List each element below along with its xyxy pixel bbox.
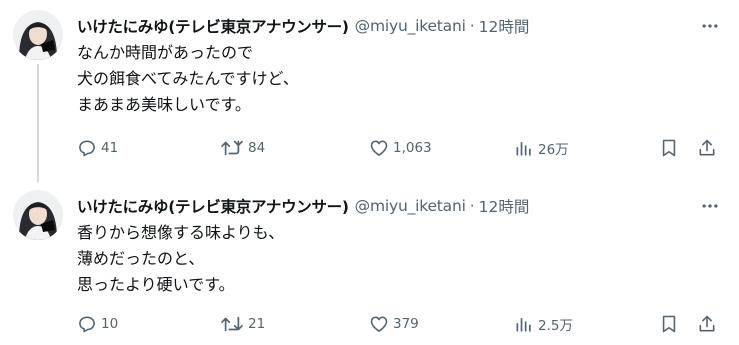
author-name[interactable]: いけたにみゆ(テレビ東京アナウンサー) [77, 195, 349, 217]
author-handle[interactable]: @miyu_iketani [355, 197, 466, 215]
action-bar: 10 21 379 2.5万 [77, 312, 727, 336]
bookmark-icon [659, 314, 679, 334]
views-icon [514, 138, 534, 158]
share-icon [697, 138, 717, 158]
more-icon[interactable] [696, 194, 724, 218]
views-button[interactable]: 2.5万 [514, 312, 573, 336]
reply-icon [77, 314, 97, 334]
tweet-text-line: 香りから想像する味よりも、 [77, 223, 285, 242]
views-button[interactable]: 26万 [514, 136, 569, 160]
share-icon [697, 314, 717, 334]
bookmark-button[interactable] [659, 312, 679, 336]
share-button[interactable] [697, 136, 717, 160]
share-button[interactable] [697, 312, 717, 336]
avatar[interactable] [13, 190, 63, 240]
more-icon[interactable] [696, 14, 724, 38]
author-handle[interactable]: @miyu_iketani [355, 17, 466, 35]
like-button[interactable]: 379 [369, 312, 419, 336]
timestamp[interactable]: 12時間 [479, 15, 530, 37]
like-count: 1,063 [393, 140, 432, 156]
repost-button[interactable]: 84 [220, 136, 265, 160]
views-count: 26万 [538, 142, 569, 158]
tweet-text-line: まあまあ美味しいです。 [77, 95, 251, 114]
thread: いけたにみゆ(テレビ東京アナウンサー) @miyu_iketani · 12時間… [0, 0, 739, 345]
thread-line [37, 64, 39, 182]
reply-count: 41 [101, 140, 119, 156]
avatar[interactable] [13, 10, 63, 60]
author-name[interactable]: いけたにみゆ(テレビ東京アナウンサー) [77, 15, 349, 37]
like-count: 379 [393, 316, 419, 332]
repost-icon [220, 314, 244, 334]
tweet-text-line: 思ったより硬いです。 [77, 275, 235, 294]
tweet-text-line: なんか時間があったので [77, 43, 254, 62]
tweet-text-line: 薄めだったのと、 [77, 249, 205, 268]
reply-icon [77, 138, 97, 158]
reply-button[interactable]: 41 [77, 136, 118, 160]
repost-count: 21 [248, 316, 266, 332]
separator-dot: · [469, 197, 475, 215]
bookmark-button[interactable] [659, 136, 679, 160]
tweet-text: 香りから想像する味よりも、 薄めだったのと、 思ったより硬いです。 [77, 220, 284, 298]
tweet-header: いけたにみゆ(テレビ東京アナウンサー) @miyu_iketani · 12時間 [77, 13, 529, 39]
separator-dot: · [469, 17, 475, 35]
repost-count: 84 [248, 140, 266, 156]
tweet-text-line: 犬の餌食べてみたんですけど、 [77, 69, 299, 88]
tweet[interactable]: いけたにみゆ(テレビ東京アナウンサー) @miyu_iketani · 12時間… [0, 180, 739, 345]
heart-icon [369, 138, 389, 158]
tweet-text: なんか時間があったので 犬の餌食べてみたんですけど、 まあまあ美味しいです。 [77, 40, 299, 118]
views-icon [514, 314, 534, 334]
views-count: 2.5万 [538, 318, 573, 334]
timestamp[interactable]: 12時間 [479, 195, 530, 217]
action-bar: 41 84 1,063 26万 [77, 136, 727, 160]
heart-icon [369, 314, 389, 334]
repost-icon [220, 138, 244, 158]
reply-count: 10 [101, 316, 119, 332]
bookmark-icon [659, 138, 679, 158]
tweet[interactable]: いけたにみゆ(テレビ東京アナウンサー) @miyu_iketani · 12時間… [0, 0, 739, 182]
reply-button[interactable]: 10 [77, 312, 118, 336]
repost-button[interactable]: 21 [220, 312, 265, 336]
tweet-header: いけたにみゆ(テレビ東京アナウンサー) @miyu_iketani · 12時間 [77, 193, 529, 219]
like-button[interactable]: 1,063 [369, 136, 432, 160]
